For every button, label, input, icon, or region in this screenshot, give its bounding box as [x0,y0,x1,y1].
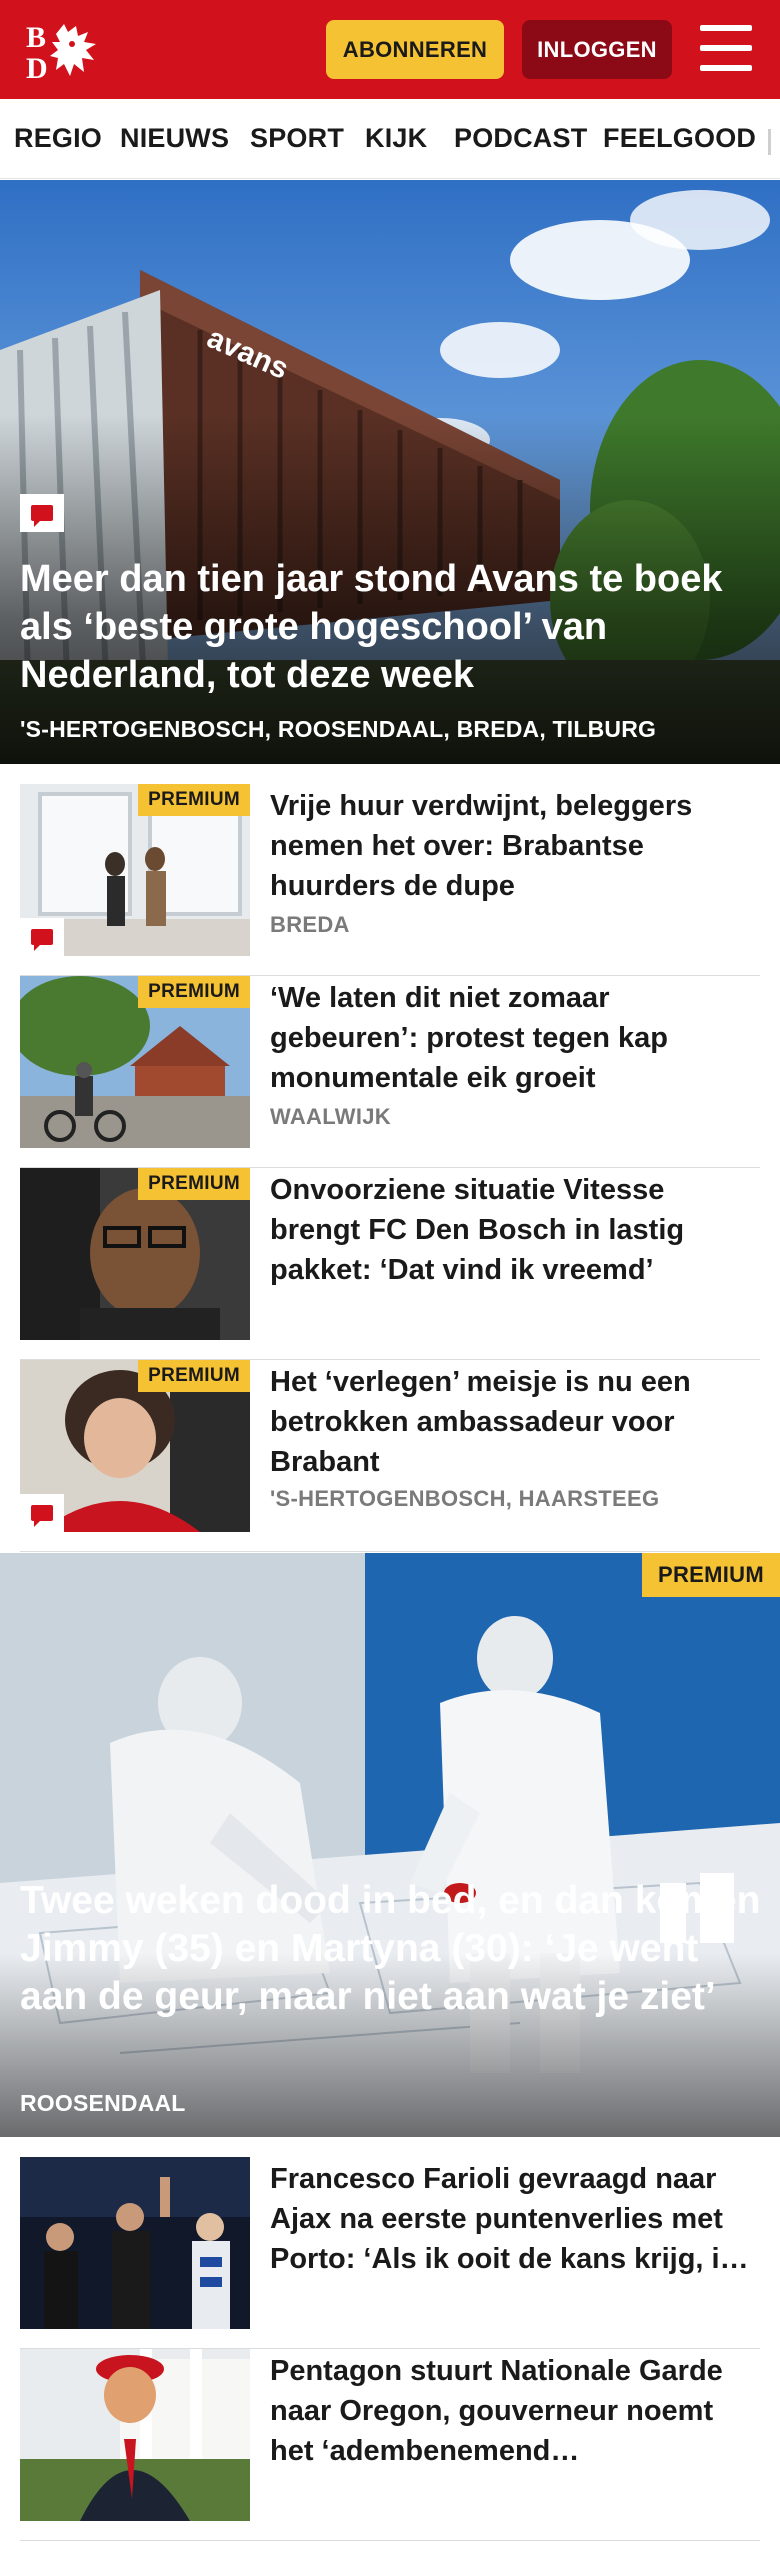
article-title[interactable]: Onvoorziene situatie Vitesse brengt FC D… [270,1170,760,1290]
nav-item-podcast[interactable]: PODCAST [454,123,587,154]
article-title[interactable]: Vrije huur verdwijnt, beleggers nemen he… [270,786,760,906]
list-item[interactable]: Francesco Farioli gevraagd naar Ajax na … [20,2157,760,2349]
comment-icon [20,494,64,532]
article-title[interactable]: ‘We laten dit niet zomaar gebeuren’: pro… [270,978,760,1098]
article-thumbnail [20,2157,250,2329]
article-location: WAALWIJK [270,1104,391,1129]
svg-text:D: D [26,52,48,80]
article-title[interactable]: Het ‘verlegen’ meisje is nu een betrokke… [270,1362,760,1482]
comment-icon [20,918,64,956]
premium-badge: PREMIUM [138,784,250,816]
nav-item-regio[interactable]: REGIO [14,123,102,154]
nav-item-nieuws[interactable]: NIEUWS [120,123,229,154]
top-bar: B D ABONNEREN INLOGGEN [0,0,780,99]
list-item[interactable]: PREMIUM Vrije huur verdwijnt, beleggers … [20,784,760,976]
feature-location: ROOSENDAAL [20,2090,186,2116]
article-thumbnail: PREMIUM [20,1168,250,1340]
article-thumbnail: PREMIUM [20,1360,250,1532]
article-title[interactable]: Francesco Farioli gevraagd naar Ajax na … [270,2159,760,2279]
premium-badge: PREMIUM [642,1553,780,1597]
subscribe-button[interactable]: ABONNEREN [326,20,504,79]
article-thumbnail [20,2349,250,2521]
list-item[interactable]: PREMIUM Het ‘verlegen’ meisje is nu een … [20,1360,760,1552]
svg-text:B: B [26,21,46,54]
premium-badge: PREMIUM [138,1360,250,1392]
bd-logo[interactable]: B D [26,20,112,85]
login-button[interactable]: INLOGGEN [522,20,672,79]
comment-icon [20,1494,64,1532]
hamburger-icon[interactable] [700,25,752,71]
hero-headline[interactable]: Meer dan tien jaar stond Avans te boek a… [20,555,760,699]
article-location: BREDA [270,912,350,937]
premium-badge: PREMIUM [138,976,250,1008]
list-item[interactable]: PREMIUM ‘We laten dit niet zomaar gebeur… [20,976,760,1168]
premium-badge: PREMIUM [138,1168,250,1200]
hero-article[interactable]: avans Meer dan tien jaar stond Avans te … [0,180,780,764]
nav-item-sport[interactable]: SPORT [250,123,344,154]
article-thumbnail: PREMIUM [20,784,250,956]
list-item[interactable]: Pentagon stuurt Nationale Garde naar Ore… [20,2349,760,2541]
article-title[interactable]: Pentagon stuurt Nationale Garde naar Ore… [270,2351,760,2471]
section-nav: REGIO NIEUWS SPORT KIJK PODCAST FEELGOOD [0,99,780,179]
nav-item-kijk[interactable]: KIJK [365,123,427,154]
feature-headline[interactable]: Twee weken dood in bed, en dan komen Jim… [20,1877,770,2021]
list-item[interactable]: PREMIUM Onvoorziene situatie Vitesse bre… [20,1168,760,1360]
article-location: 'S-HERTOGENBOSCH, HAARSTEEG [270,1486,660,1511]
hero-location: 'S-HERTOGENBOSCH, ROOSENDAAL, BREDA, TIL… [20,716,657,742]
article-thumbnail: PREMIUM [20,976,250,1148]
feature-image [0,1553,780,2137]
nav-item-feelgood[interactable]: FEELGOOD [603,123,756,154]
nav-divider [768,129,771,155]
feature-article[interactable]: PREMIUM Twee weken dood in bed, en dan k… [0,1553,780,2137]
